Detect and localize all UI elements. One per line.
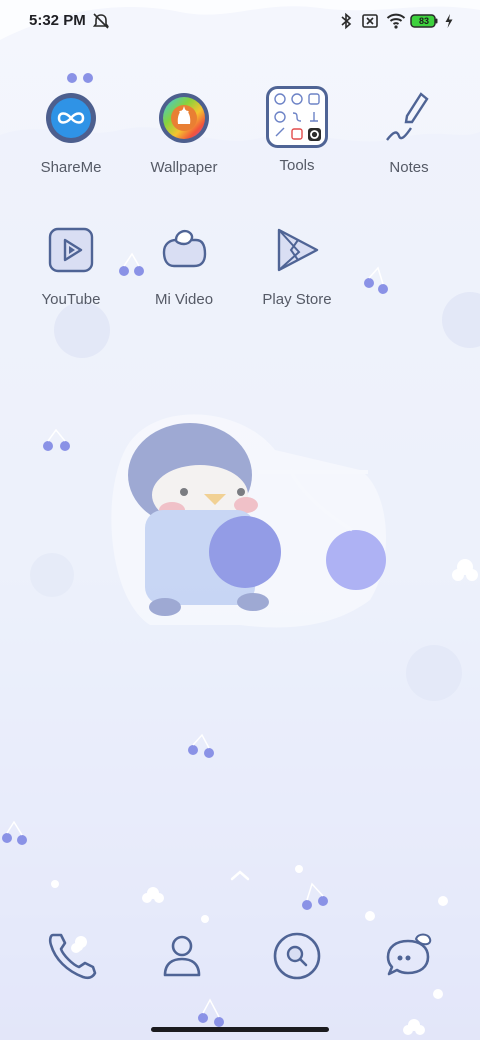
charging-icon xyxy=(445,14,453,28)
battery-icon: 83 xyxy=(410,14,438,28)
status-time: 5:32 PM xyxy=(29,12,86,29)
app-shareme[interactable]: ShareMe xyxy=(16,90,126,176)
notes-icon xyxy=(381,90,437,146)
shareme-icon xyxy=(43,90,99,146)
app-label: Notes xyxy=(389,159,429,176)
phone-icon[interactable] xyxy=(43,927,101,985)
browser-search-icon[interactable] xyxy=(268,927,326,985)
contacts-icon[interactable] xyxy=(153,927,211,985)
alarm-off-icon xyxy=(92,13,110,29)
bluetooth-icon xyxy=(341,12,352,30)
app-label: Tools xyxy=(279,157,315,174)
app-youtube[interactable]: YouTube xyxy=(16,222,126,308)
app-play-store[interactable]: Play Store xyxy=(242,222,352,308)
tools-folder-icon xyxy=(266,86,328,148)
folder-tools[interactable]: Tools xyxy=(242,86,352,174)
app-drawer-arrow-icon[interactable] xyxy=(229,868,251,882)
wallpaper-icon xyxy=(156,90,212,146)
status-bar: 5:32 PM 83 xyxy=(0,0,480,44)
battery-level: 83 xyxy=(418,16,429,26)
app-mi-video[interactable]: Mi Video xyxy=(129,222,239,308)
app-notes[interactable]: Notes xyxy=(354,90,464,176)
app-label: Play Store xyxy=(262,291,332,308)
play-store-icon xyxy=(269,222,325,278)
mi-video-icon xyxy=(156,222,212,278)
no-sim-icon xyxy=(362,14,378,28)
wifi-icon xyxy=(386,13,406,29)
app-label: YouTube xyxy=(41,291,101,308)
app-label: Mi Video xyxy=(154,291,214,308)
app-label: Wallpaper xyxy=(150,159,218,176)
app-wallpaper[interactable]: Wallpaper xyxy=(129,90,239,176)
messages-icon[interactable] xyxy=(380,927,438,985)
gesture-navigation-bar[interactable] xyxy=(151,1027,329,1032)
app-label: ShareMe xyxy=(40,159,102,176)
youtube-icon xyxy=(43,222,99,278)
